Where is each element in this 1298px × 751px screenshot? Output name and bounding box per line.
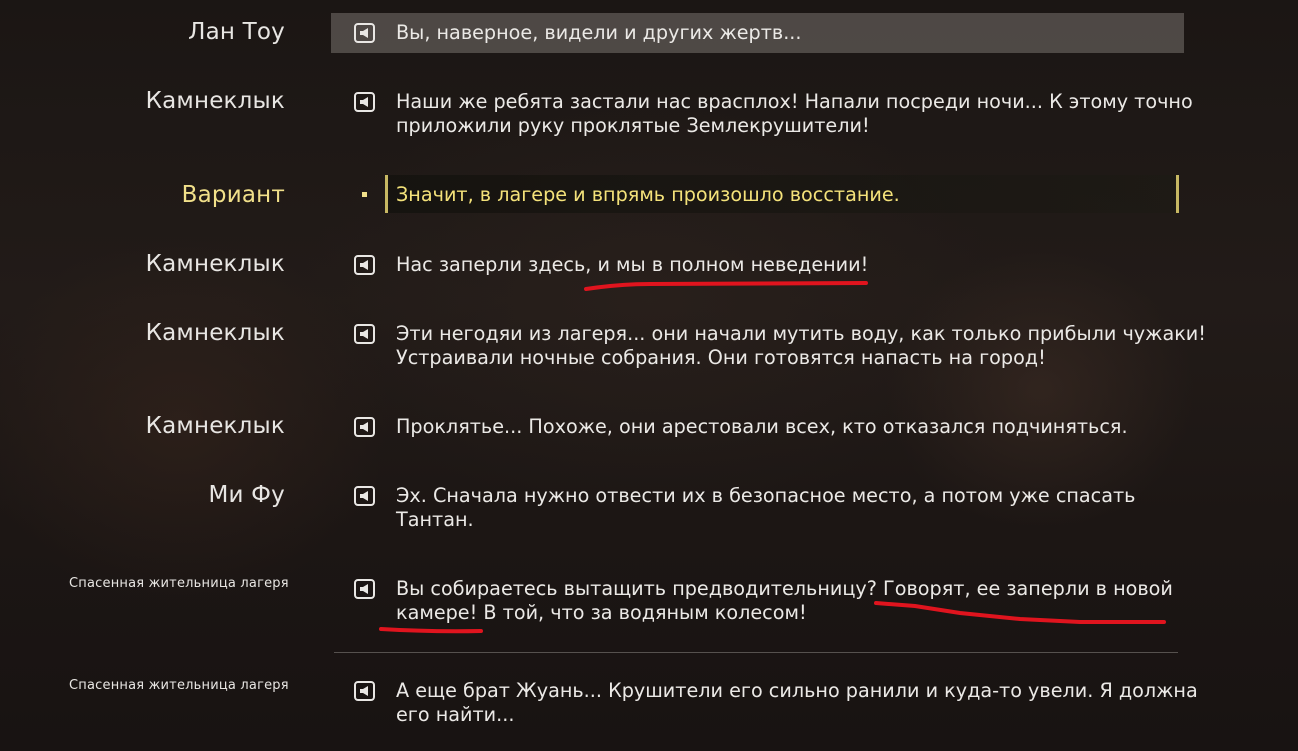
dialogue-line: Тантан. — [396, 508, 474, 531]
speaker-play-icon — [360, 584, 368, 594]
voice-play-button[interactable] — [354, 255, 375, 275]
speaker-name: Камнеклык — [145, 251, 285, 277]
log-divider — [334, 652, 1178, 653]
speaker-name: Камнеклык — [145, 320, 285, 346]
dialogue-line: Наши же ребята застали нас врасплох! Нап… — [396, 90, 1193, 113]
dialogue-line: Проклятье... Похоже, они арестовали всех… — [396, 415, 1128, 438]
speaker-name: Камнеклык — [145, 88, 285, 114]
speaker-play-icon — [360, 97, 368, 107]
choice-label: Вариант — [181, 182, 285, 208]
speaker-play-icon — [360, 422, 368, 432]
speaker-play-icon — [360, 491, 368, 501]
dialogue-line: А еще брат Жуань... Крушители его сильно… — [396, 679, 1198, 702]
dialogue-line: Устраивали ночные собрания. Они готовятс… — [396, 346, 1046, 369]
voice-play-button[interactable] — [354, 92, 375, 112]
dialogue-line: камере! В той, что за водяным колесом! — [396, 601, 807, 624]
choice-bullet — [362, 192, 367, 197]
speaker-play-icon — [360, 28, 368, 38]
dialogue-line: Вы, наверное, видели и других жертв... — [396, 21, 802, 44]
dialogue-line: Вы собираетесь вытащить предводительницу… — [396, 577, 1173, 600]
speaker-name: Лан Тоу — [188, 19, 285, 45]
underline-annotation — [379, 627, 483, 634]
speaker-name: Камнеклык — [145, 413, 285, 439]
speaker-name: Спасенная жительница лагеря — [69, 678, 289, 693]
speaker-name: Спасенная жительница лагеря — [69, 576, 289, 591]
voice-play-button[interactable] — [354, 681, 375, 701]
dialogue-line: Эх. Сначала нужно отвести их в безопасно… — [396, 484, 1136, 507]
dialogue-line: Нас заперли здесь, и мы в полном неведен… — [396, 253, 869, 276]
speaker-play-icon — [360, 686, 368, 696]
speaker-play-icon — [360, 260, 368, 270]
speaker-play-icon — [360, 329, 368, 339]
dialogue-line: приложили руку проклятые Землекрушители! — [396, 114, 870, 137]
choice-text: Значит, в лагере и впрямь произошло восс… — [396, 183, 900, 206]
speaker-name: Ми Фу — [208, 482, 285, 508]
voice-play-button[interactable] — [354, 486, 375, 506]
voice-play-button[interactable] — [354, 23, 375, 43]
dialogue-line: его найти... — [396, 703, 515, 726]
voice-play-button[interactable] — [354, 324, 375, 344]
dialogue-line: Эти негодяи из лагеря... они начали мути… — [396, 322, 1206, 345]
underline-annotation — [584, 281, 868, 291]
voice-play-button[interactable] — [354, 417, 375, 437]
voice-play-button[interactable] — [354, 579, 375, 599]
